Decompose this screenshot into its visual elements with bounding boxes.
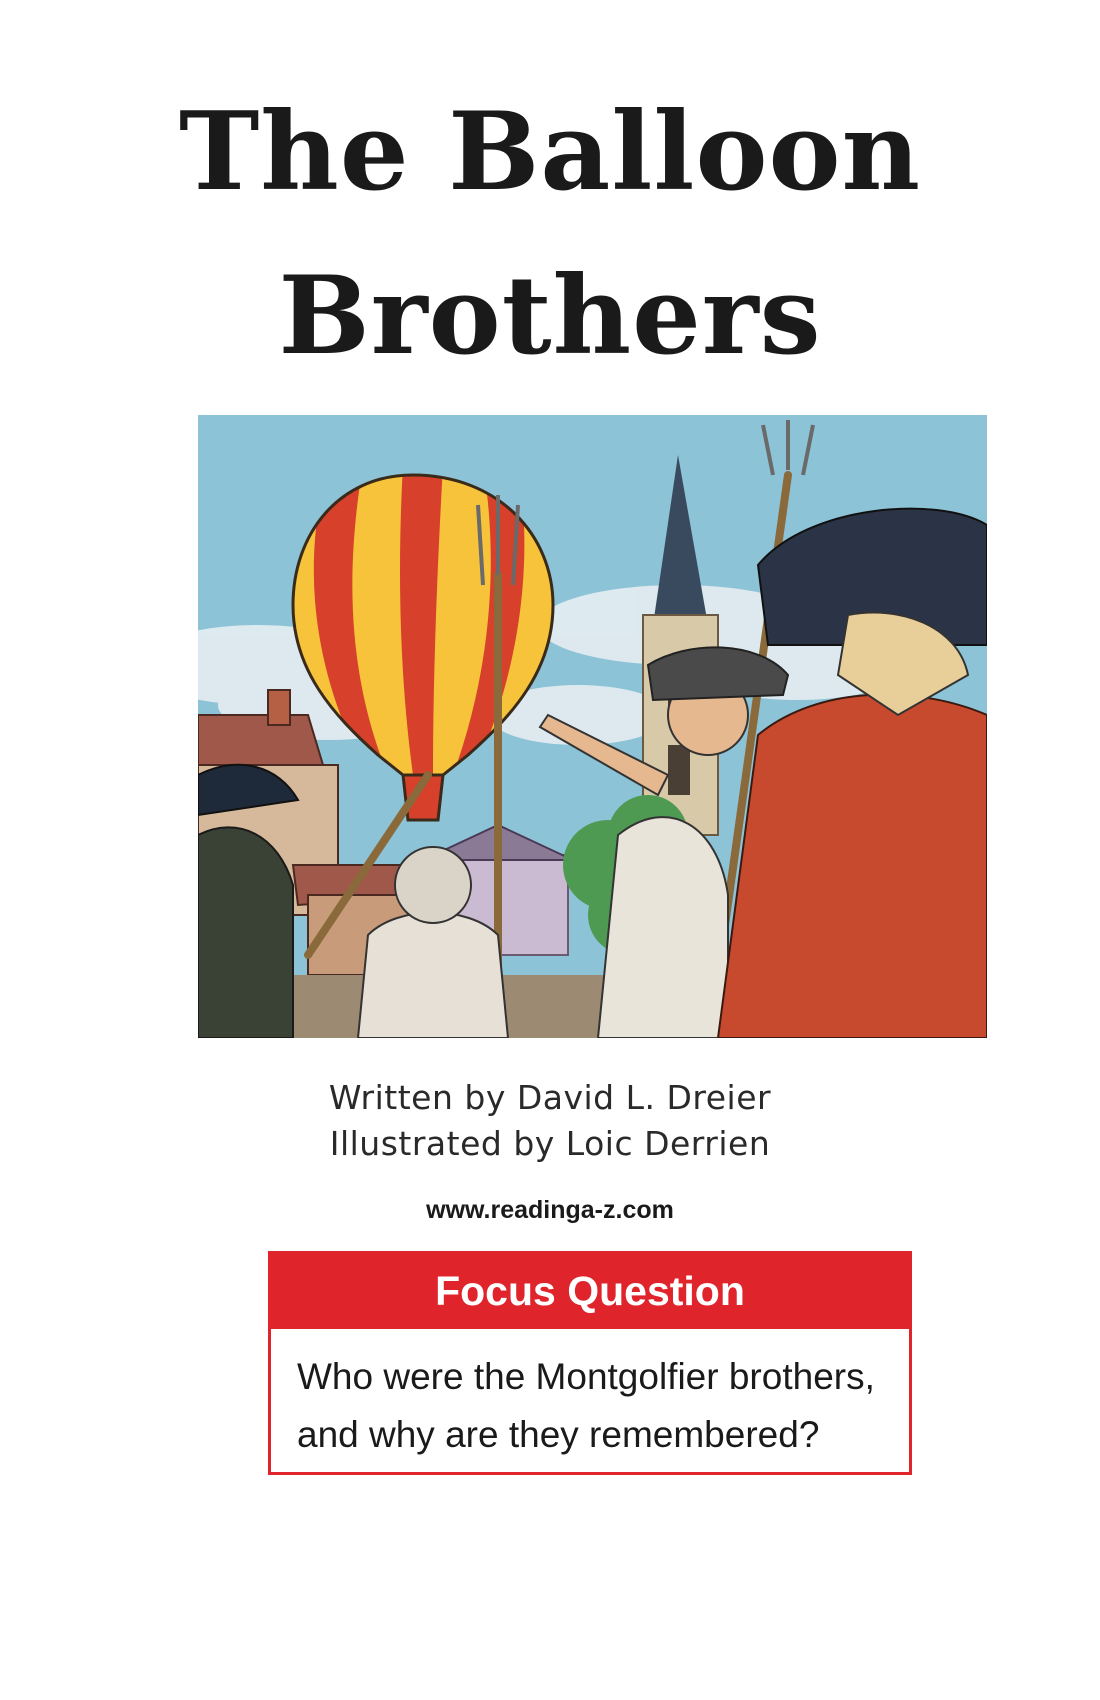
illustrator-credit: Illustrated by Loic Derrien [329, 1124, 771, 1163]
focus-question-text: Who were the Montgolfier brothers, and w… [297, 1356, 875, 1455]
focus-question-heading: Focus Question [271, 1254, 909, 1329]
book-title-line-1: The Balloon [178, 89, 922, 215]
website-link[interactable]: www.readinga-z.com [0, 1196, 1100, 1225]
author-credit: Written by David L. Dreier [328, 1078, 772, 1117]
book-title-line-2: Brothers [278, 253, 822, 379]
cover-illustration [198, 415, 987, 1038]
focus-question-box: Focus Question Who were the Montgolfier … [268, 1251, 912, 1475]
